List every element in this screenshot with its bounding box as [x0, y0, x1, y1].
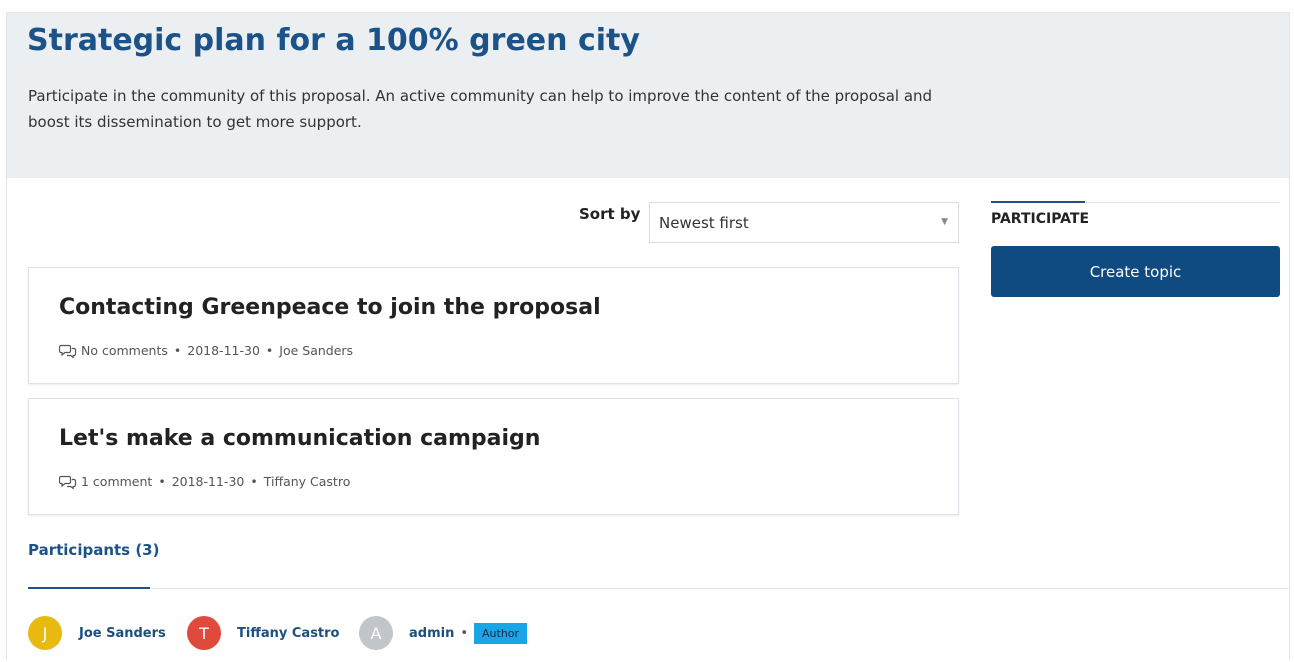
- participant-joe-sanders[interactable]: J Joe Sanders: [28, 616, 166, 650]
- topic-card[interactable]: Let's make a communication campaign 1 co…: [28, 398, 959, 515]
- meta-separator: •: [158, 474, 166, 489]
- meta-separator: •: [265, 343, 274, 358]
- page-description: Participate in the community of this pro…: [28, 87, 933, 131]
- participate-heading: PARTICIPATE: [991, 211, 1090, 227]
- avatar: J: [28, 616, 62, 650]
- sort-select[interactable]: Newest first ▼: [649, 202, 959, 243]
- meta-separator: •: [250, 474, 258, 489]
- caret-down-icon: ▼: [941, 217, 948, 227]
- participants-heading: Participants (3): [28, 541, 160, 559]
- topic-date: 2018-11-30: [187, 343, 260, 358]
- topic-title[interactable]: Contacting Greenpeace to join the propos…: [59, 295, 601, 320]
- avatar: A: [359, 616, 393, 650]
- topic-author: Tiffany Castro: [263, 474, 351, 489]
- topic-meta: 1 comment • 2018-11-30 • Tiffany Castro: [59, 474, 350, 489]
- participant-admin[interactable]: A admin • Author: [359, 616, 528, 650]
- comment-count: No comments: [81, 343, 168, 358]
- topic-card[interactable]: Contacting Greenpeace to join the propos…: [28, 267, 959, 384]
- proposal-header: Strategic plan for a 100% green city Par…: [7, 13, 1289, 178]
- page-title: Strategic plan for a 100% green city: [27, 23, 640, 58]
- comments-icon: [59, 344, 77, 358]
- avatar: T: [187, 616, 221, 650]
- participants-divider: [28, 588, 1289, 589]
- participant-name[interactable]: Tiffany Castro: [237, 626, 340, 641]
- topic-meta: No comments • 2018-11-30 • Joe Sanders: [59, 343, 353, 358]
- participant-tiffany-castro[interactable]: T Tiffany Castro: [187, 616, 340, 650]
- participants-underline: [28, 587, 150, 589]
- sort-selected-value: Newest first: [659, 214, 749, 232]
- meta-separator: •: [460, 625, 469, 641]
- participant-name[interactable]: admin: [409, 626, 454, 641]
- topic-title[interactable]: Let's make a communication campaign: [59, 426, 540, 451]
- comment-count: 1 comment: [81, 474, 153, 489]
- meta-separator: •: [173, 343, 182, 358]
- sidebar-underline: [991, 201, 1085, 203]
- proposal-page: Strategic plan for a 100% green city Par…: [6, 12, 1290, 660]
- participant-name[interactable]: Joe Sanders: [79, 626, 166, 641]
- comments-icon: [59, 475, 77, 489]
- topic-author: Joe Sanders: [279, 343, 354, 358]
- author-badge: Author: [474, 622, 528, 644]
- sort-label: Sort by: [579, 205, 641, 223]
- topic-date: 2018-11-30: [171, 474, 245, 489]
- create-topic-button[interactable]: Create topic: [991, 246, 1280, 297]
